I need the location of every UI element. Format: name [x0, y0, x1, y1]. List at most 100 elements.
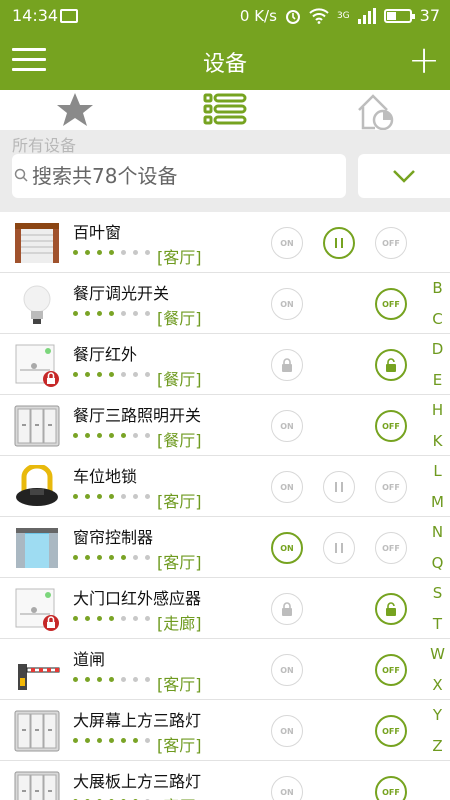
on-label: ON — [280, 238, 294, 248]
signal-dot — [109, 738, 114, 743]
on-button[interactable]: ON — [271, 288, 303, 320]
tab-rooms[interactable] — [300, 90, 450, 130]
on-button[interactable]: ON — [271, 227, 303, 259]
index-letter[interactable]: S — [425, 578, 450, 609]
on-button[interactable]: ON — [271, 532, 303, 564]
on-label: ON — [280, 543, 294, 553]
ir-sensor-icon — [14, 343, 60, 387]
triple-switch-icon — [14, 770, 60, 800]
unlock-button[interactable] — [375, 349, 407, 381]
index-letter[interactable]: W — [425, 639, 450, 670]
index-letter[interactable]: X — [425, 670, 450, 701]
device-row[interactable]: 大屏幕上方三路灯 [客厅] ON OFF — [0, 700, 450, 761]
signal-dot — [109, 250, 114, 255]
on-label: ON — [280, 665, 294, 675]
pause-button[interactable] — [323, 227, 355, 259]
off-label: OFF — [382, 299, 400, 309]
signal-dot — [73, 677, 78, 682]
curtain-icon — [14, 526, 60, 570]
signal-dot — [145, 250, 150, 255]
index-letter[interactable]: E — [425, 365, 450, 396]
off-button[interactable]: OFF — [375, 532, 407, 564]
device-room: [餐厅] — [157, 431, 202, 450]
device-list: 百叶窗 [客厅] ON OFF 餐厅调光开关 [餐厅] ON OFF 餐厅红外 [餐厅] 餐厅三路照… — [0, 212, 450, 800]
chevron-down-icon — [393, 170, 415, 183]
index-letter[interactable]: C — [425, 304, 450, 335]
pause-button[interactable] — [323, 532, 355, 564]
triple-switch-icon — [14, 709, 60, 753]
alarm-icon — [285, 9, 300, 24]
unlock-icon — [386, 358, 396, 372]
signal-strength — [73, 555, 150, 560]
index-letter[interactable]: H — [425, 395, 450, 426]
off-label: OFF — [382, 482, 400, 492]
home-pie-icon — [358, 94, 394, 130]
index-letter[interactable]: Y — [425, 700, 450, 731]
device-row[interactable]: 大展板上方三路灯 [客厅] ON OFF — [0, 761, 450, 800]
off-button[interactable]: OFF — [375, 471, 407, 503]
signal-dot — [109, 616, 114, 621]
signal-dot — [121, 616, 126, 621]
signal-dot — [109, 372, 114, 377]
device-row[interactable]: 餐厅三路照明开关 [餐厅] ON OFF — [0, 395, 450, 456]
signal-dot — [133, 555, 138, 560]
filter-dropdown-button[interactable] — [358, 154, 450, 198]
index-letter[interactable]: M — [425, 487, 450, 518]
device-room: [客厅] — [157, 736, 202, 755]
tab-favorites[interactable] — [0, 90, 150, 130]
index-letter[interactable]: K — [425, 426, 450, 457]
lock-button[interactable] — [271, 593, 303, 625]
tab-devices[interactable] — [150, 90, 300, 130]
signal-strength — [73, 433, 150, 438]
index-letter[interactable]: Q — [425, 548, 450, 579]
signal-dot — [145, 311, 150, 316]
on-button[interactable]: ON — [271, 715, 303, 747]
index-letter[interactable]: B — [425, 273, 450, 304]
status-time: 14:34 — [12, 6, 59, 25]
alphabet-index[interactable]: BCDEHKLMNQSTWXYZ — [425, 273, 450, 761]
on-label: ON — [280, 482, 294, 492]
signal-dot — [121, 494, 126, 499]
off-button[interactable]: OFF — [375, 776, 407, 800]
device-row[interactable]: 餐厅红外 [餐厅] — [0, 334, 450, 395]
index-letter[interactable]: T — [425, 609, 450, 640]
index-letter[interactable]: D — [425, 334, 450, 365]
on-button[interactable]: ON — [271, 410, 303, 442]
device-row[interactable]: 窗帘控制器 [客厅] ON OFF — [0, 517, 450, 578]
search-box[interactable] — [12, 154, 346, 198]
search-input[interactable] — [32, 158, 332, 194]
device-row[interactable]: 餐厅调光开关 [餐厅] ON OFF — [0, 273, 450, 334]
triple-switch-icon — [14, 404, 60, 448]
off-button[interactable]: OFF — [375, 715, 407, 747]
device-row[interactable]: 大门口红外感应器 [走廊] — [0, 578, 450, 639]
signal-dot — [109, 494, 114, 499]
device-row[interactable]: 车位地锁 [客厅] ON OFF — [0, 456, 450, 517]
lock-button[interactable] — [271, 349, 303, 381]
index-letter[interactable]: Z — [425, 731, 450, 762]
index-letter[interactable]: N — [425, 517, 450, 548]
off-label: OFF — [382, 421, 400, 431]
star-icon — [57, 93, 93, 126]
off-button[interactable]: OFF — [375, 288, 407, 320]
add-device-button[interactable]: + — [408, 40, 440, 80]
off-button[interactable]: OFF — [375, 654, 407, 686]
signal-dot — [145, 677, 150, 682]
device-row[interactable]: 道闸 [客厅] ON OFF — [0, 639, 450, 700]
on-button[interactable]: ON — [271, 471, 303, 503]
on-button[interactable]: ON — [271, 654, 303, 686]
off-button[interactable]: OFF — [375, 227, 407, 259]
off-button[interactable]: OFF — [375, 410, 407, 442]
index-letter[interactable]: L — [425, 456, 450, 487]
list-icon — [203, 93, 247, 125]
signal-dot — [121, 555, 126, 560]
device-room: [餐厅] — [157, 309, 202, 328]
pause-button[interactable] — [323, 471, 355, 503]
device-row[interactable]: 百叶窗 [客厅] ON OFF — [0, 212, 450, 273]
signal-dot — [97, 250, 102, 255]
gallery-icon — [60, 9, 78, 23]
on-button[interactable]: ON — [271, 776, 303, 800]
unlock-button[interactable] — [375, 593, 407, 625]
signal-dot — [73, 433, 78, 438]
signal-dot — [133, 433, 138, 438]
signal-dot — [121, 433, 126, 438]
